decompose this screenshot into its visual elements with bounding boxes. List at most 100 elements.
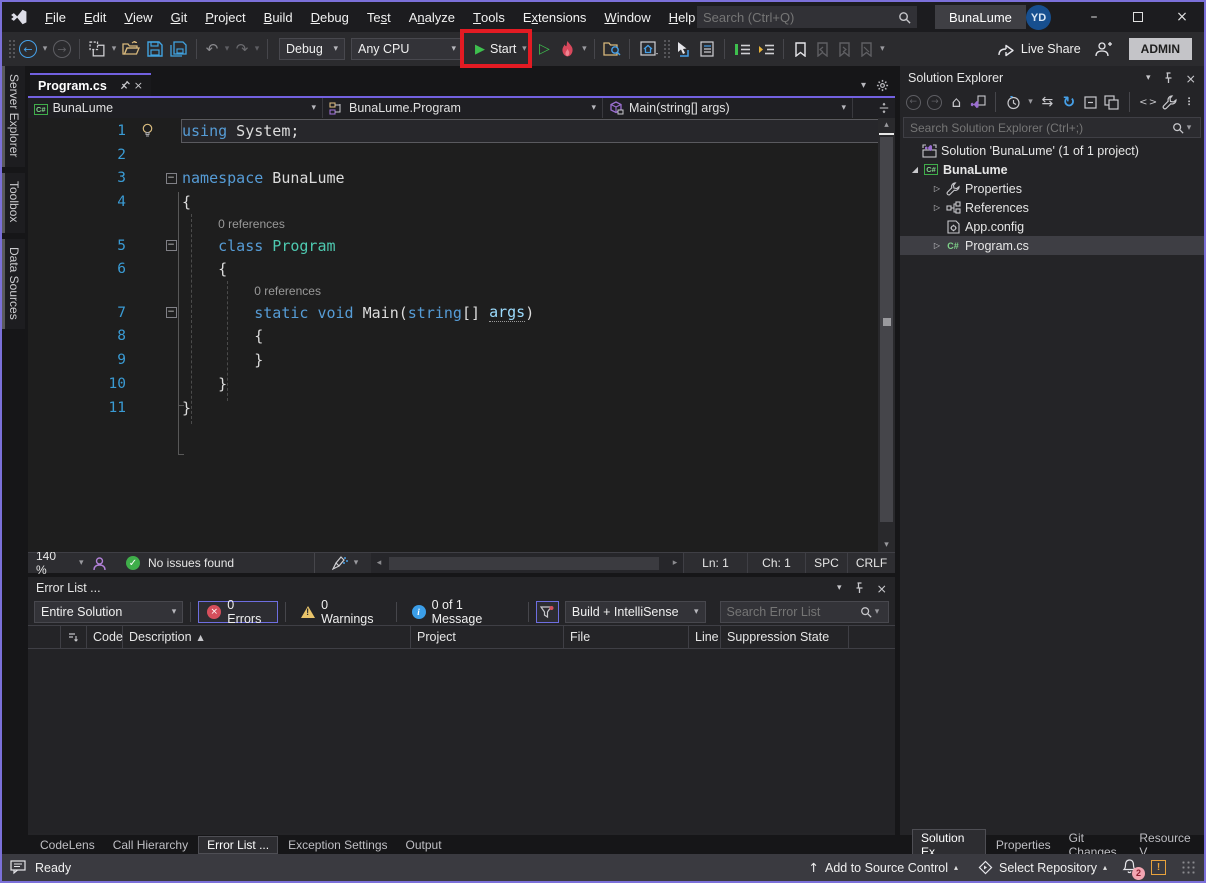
code-line-1[interactable]: 1 using System; (28, 118, 895, 143)
tab-settings-gear-icon[interactable] (876, 79, 889, 92)
menu-test[interactable]: Te s t (358, 2, 400, 32)
clear-bookmarks-button[interactable] (855, 36, 877, 62)
quick-search-box[interactable] (697, 6, 917, 28)
live-share-presence-icon[interactable] (86, 550, 112, 576)
expander-collapsed[interactable]: ▷ (930, 241, 944, 250)
menu-build[interactable]: Build (255, 2, 302, 32)
home-icon[interactable]: ⌂ (947, 92, 966, 112)
source-filter-dropdown[interactable]: Build + IntelliSense ▾ (564, 601, 706, 623)
code-line-4[interactable]: 4{ (28, 190, 895, 214)
menu-window[interactable]: Window (595, 2, 659, 32)
undo-button[interactable]: ↶ (202, 36, 222, 62)
refresh-icon[interactable]: ↻ (1060, 92, 1079, 112)
save-button[interactable] (143, 36, 167, 62)
fold-collapse-button[interactable]: − (165, 240, 177, 252)
tree-item-solution-bunalume-1-of-1-project[interactable]: Solution 'BunaLume' (1 of 1 project) (900, 141, 1204, 160)
error-list-body[interactable] (28, 649, 895, 833)
find-in-files-button[interactable] (600, 36, 624, 62)
column-header-line[interactable]: Line (689, 626, 721, 648)
decrease-indent-button[interactable] (730, 36, 754, 62)
codelens-references-link[interactable]: 0 references (218, 217, 285, 231)
start-dropdown[interactable]: ▾ (519, 44, 529, 54)
menu-tools[interactable]: Tools (464, 2, 514, 32)
feedback-bubble-icon[interactable] (10, 860, 27, 875)
document-outline-button[interactable] (695, 36, 719, 62)
messages-filter-toggle[interactable]: i 0 of 1 Message (404, 598, 521, 626)
toolbar-overflow[interactable]: ⠇ (1181, 92, 1200, 112)
code-line-8[interactable]: 8 { (28, 325, 895, 349)
show-all-files-icon[interactable] (1103, 92, 1122, 112)
column-header-project[interactable]: Project (411, 626, 564, 648)
toolbar-grip[interactable] (8, 39, 16, 59)
scrollbar-thumb[interactable] (880, 137, 893, 522)
expander-expanded[interactable]: ◢ (908, 165, 922, 174)
health-indicator-icon[interactable]: ✓ (118, 550, 148, 576)
redo-button[interactable]: ↷ (232, 36, 252, 62)
hscroll-left-arrow[interactable]: ◂ (371, 553, 388, 573)
pin-icon[interactable] (854, 582, 865, 594)
scroll-up-arrow[interactable]: ▴ (878, 118, 895, 132)
column-header-description[interactable]: Description ▲ (123, 626, 411, 648)
search-input[interactable] (703, 9, 898, 25)
switch-views-icon[interactable] (969, 92, 988, 112)
tab-codelens[interactable]: CodeLens (32, 837, 103, 853)
next-bookmark-button[interactable] (833, 36, 855, 62)
side-tab-toolbox[interactable]: Toolbox (2, 173, 25, 233)
side-tab-data-sources[interactable]: Data Sources (2, 238, 25, 330)
breadcrumb-bunalume-program[interactable]: BunaLume.Program ▾ (323, 98, 603, 118)
health-indicator-label[interactable]: No issues found (148, 556, 234, 570)
navigate-back-dropdown[interactable]: ▾ (40, 44, 50, 54)
solution-name-button[interactable]: BunaLume (935, 5, 1026, 29)
tree-item-properties[interactable]: ▷ Properties (900, 179, 1204, 198)
code-cleanup-dropdown[interactable]: ▾ (351, 558, 361, 568)
add-user-icon[interactable] (1091, 36, 1115, 62)
toolbar-grip[interactable] (663, 39, 672, 59)
code-line-2[interactable]: 2 (28, 143, 895, 167)
window-resize-grip[interactable] (1182, 860, 1196, 875)
codelens-row[interactable]: 0 references (28, 214, 895, 234)
filter-dropdown[interactable]: ▾ (1026, 97, 1035, 107)
window-position-dropdown[interactable]: ▾ (837, 583, 842, 593)
new-project-button[interactable] (85, 36, 109, 62)
code-line-5[interactable]: 5 − class Program (28, 234, 895, 258)
solution-platform-dropdown[interactable]: Any CPU ▾ (351, 38, 463, 60)
hscrollbar-thumb[interactable] (389, 557, 660, 570)
tab-output[interactable]: Output (398, 837, 450, 853)
tab-program-cs[interactable]: Program.cs × (30, 73, 151, 96)
menu-debug[interactable]: Debug (302, 2, 358, 32)
solution-explorer-search-box[interactable]: ▾ (903, 117, 1201, 138)
menu-git[interactable]: Git (162, 2, 197, 32)
tree-item-program-cs[interactable]: ▷ C# Program.cs (900, 236, 1204, 255)
minimize-button[interactable]: – (1072, 2, 1116, 32)
toggle-bookmark-button[interactable] (789, 36, 811, 62)
column-header-code[interactable]: Code (87, 626, 123, 648)
code-cleanup-broom-icon[interactable] (329, 550, 351, 576)
account-avatar[interactable]: YD (1026, 5, 1051, 30)
fold-collapse-button[interactable]: − (165, 307, 177, 319)
column-header-file[interactable]: File (564, 626, 689, 648)
feedback-icon[interactable]: ! (1151, 860, 1166, 875)
error-list-search-box[interactable]: ▾ (719, 601, 889, 623)
save-all-button[interactable] (167, 36, 191, 62)
tree-item-references[interactable]: ▷ References (900, 198, 1204, 217)
menu-edit[interactable]: Edit (75, 2, 115, 32)
window-position-dropdown[interactable]: ▾ (1146, 73, 1151, 83)
sync-with-active-document-icon[interactable]: ⇆ (1038, 92, 1057, 112)
search-options-dropdown[interactable]: ▾ (872, 607, 882, 617)
error-search-input[interactable] (726, 605, 860, 619)
menu-view[interactable]: View (115, 2, 161, 32)
increase-indent-button[interactable] (754, 36, 778, 62)
code-line-6[interactable]: 6 { (28, 257, 895, 281)
menu-project[interactable]: Project (196, 2, 254, 32)
search-options-dropdown[interactable]: ▾ (1184, 123, 1194, 133)
tab-call-hierarchy[interactable]: Call Hierarchy (105, 837, 196, 853)
codelens-references-link[interactable]: 0 references (254, 284, 321, 298)
code-line-7[interactable]: 7 − static void Main(string[] args) (28, 301, 895, 325)
code-line-3[interactable]: 3 − namespace BunaLume (28, 167, 895, 191)
breadcrumb-main-string-args[interactable]: Main(string[] args) ▾ (603, 98, 853, 118)
codelens-row[interactable]: 0 references (28, 281, 895, 301)
code-line-11[interactable]: 11} (28, 396, 895, 420)
multi-filter-button[interactable] (535, 601, 559, 623)
editor-horizontal-scrollbar[interactable] (387, 553, 667, 573)
hot-reload-button[interactable] (555, 36, 579, 62)
